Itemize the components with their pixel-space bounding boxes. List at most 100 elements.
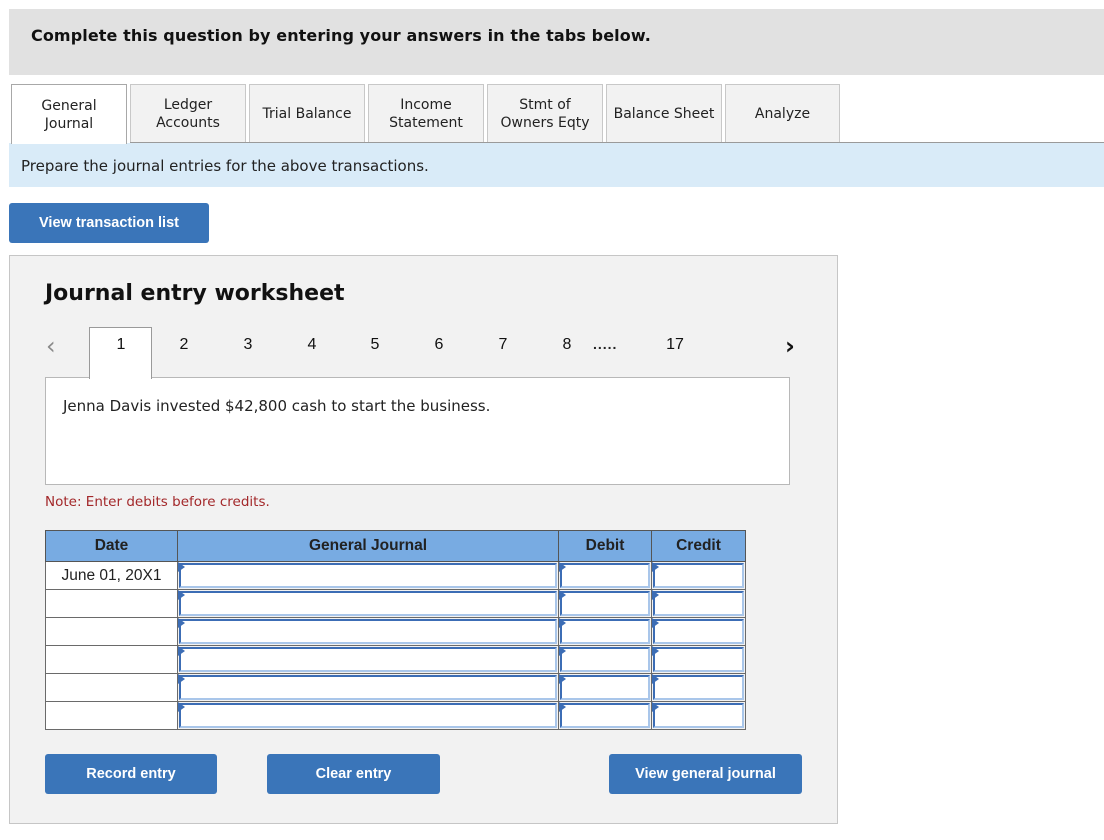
date-cell bbox=[45, 589, 178, 618]
entry-flag-icon bbox=[559, 618, 566, 628]
chevron-right-icon[interactable]: › bbox=[785, 334, 795, 358]
account-input[interactable] bbox=[179, 591, 557, 616]
tab-label: Trial Balance bbox=[262, 105, 352, 122]
debit-input[interactable] bbox=[560, 675, 650, 700]
page-1[interactable]: 1 bbox=[106, 336, 136, 354]
transaction-description: Jenna Davis invested $42,800 cash to sta… bbox=[63, 397, 491, 415]
credit-input[interactable] bbox=[653, 619, 744, 644]
account-input[interactable] bbox=[179, 675, 557, 700]
page-7[interactable]: 7 bbox=[488, 336, 518, 354]
account-input[interactable] bbox=[179, 647, 557, 672]
debit-input-cell bbox=[558, 589, 652, 618]
page-4[interactable]: 4 bbox=[297, 336, 327, 354]
entry-flag-icon bbox=[178, 618, 185, 628]
debit-input[interactable] bbox=[560, 703, 650, 728]
tab-label: General Journal bbox=[41, 97, 97, 132]
header-date: Date bbox=[45, 530, 178, 562]
account-input-cell bbox=[177, 645, 559, 674]
credit-input-cell bbox=[651, 701, 746, 730]
entry-flag-icon bbox=[652, 590, 659, 600]
page-5[interactable]: 5 bbox=[360, 336, 390, 354]
page-17[interactable]: 17 bbox=[660, 336, 690, 354]
header-general-journal: General Journal bbox=[177, 530, 559, 562]
entry-flag-icon bbox=[559, 562, 566, 572]
tab-income-statement[interactable]: Income Statement bbox=[368, 84, 484, 142]
tab-label: Stmt of Owners Eqty bbox=[500, 96, 590, 131]
account-input[interactable] bbox=[179, 563, 557, 588]
debits-note: Note: Enter debits before credits. bbox=[45, 494, 270, 510]
debit-input-cell bbox=[558, 645, 652, 674]
debit-input-cell bbox=[558, 701, 652, 730]
credit-input[interactable] bbox=[653, 591, 744, 616]
debit-input-cell bbox=[558, 673, 652, 702]
entry-flag-icon bbox=[178, 562, 185, 572]
account-input[interactable] bbox=[179, 703, 557, 728]
entry-flag-icon bbox=[652, 618, 659, 628]
tab-analyze[interactable]: Analyze bbox=[725, 84, 840, 142]
entry-flag-icon bbox=[652, 646, 659, 656]
debit-input[interactable] bbox=[560, 647, 650, 672]
tab-balance-sheet[interactable]: Balance Sheet bbox=[606, 84, 722, 142]
table-row bbox=[45, 645, 746, 674]
record-entry-button[interactable]: Record entry bbox=[45, 754, 217, 794]
debit-input[interactable] bbox=[560, 619, 650, 644]
clear-entry-button[interactable]: Clear entry bbox=[267, 754, 440, 794]
debit-input[interactable] bbox=[560, 563, 650, 588]
entry-flag-icon bbox=[178, 674, 185, 684]
date-cell: June 01, 20X1 bbox=[45, 561, 178, 590]
tab-label: Balance Sheet bbox=[613, 105, 715, 122]
tab-label: Analyze bbox=[754, 105, 811, 122]
date-cell bbox=[45, 701, 178, 730]
worksheet-title: Journal entry worksheet bbox=[45, 281, 345, 306]
debit-input-cell bbox=[558, 617, 652, 646]
credit-input[interactable] bbox=[653, 647, 744, 672]
view-transaction-list-button[interactable]: View transaction list bbox=[9, 203, 209, 243]
account-input-cell bbox=[177, 561, 559, 590]
tab-general-journal[interactable]: General Journal bbox=[11, 84, 127, 144]
entry-flag-icon bbox=[178, 646, 185, 656]
credit-input-cell bbox=[651, 617, 746, 646]
table-header-row: Date General Journal Debit Credit bbox=[45, 530, 746, 562]
account-input-cell bbox=[177, 673, 559, 702]
entry-flag-icon bbox=[178, 590, 185, 600]
account-input[interactable] bbox=[179, 619, 557, 644]
tab-stmt-owners-equity[interactable]: Stmt of Owners Eqty bbox=[487, 84, 603, 142]
tab-label: Income Statement bbox=[389, 96, 463, 131]
account-input-cell bbox=[177, 617, 559, 646]
page-2[interactable]: 2 bbox=[169, 336, 199, 354]
entry-flag-icon bbox=[652, 674, 659, 684]
header-credit: Credit bbox=[651, 530, 746, 562]
table-row: June 01, 20X1 bbox=[45, 561, 746, 590]
header-debit: Debit bbox=[558, 530, 652, 562]
page-ellipsis: ..... bbox=[593, 336, 618, 352]
instruction-text: Prepare the journal entries for the abov… bbox=[21, 157, 429, 175]
journal-table: Date General Journal Debit Credit June 0… bbox=[45, 530, 746, 730]
tab-ledger-accounts[interactable]: Ledger Accounts bbox=[130, 84, 246, 142]
account-input-cell bbox=[177, 589, 559, 618]
entry-flag-icon bbox=[652, 702, 659, 712]
entry-flag-icon bbox=[559, 702, 566, 712]
page-8[interactable]: 8 bbox=[552, 336, 582, 354]
entry-flag-icon bbox=[559, 590, 566, 600]
credit-input[interactable] bbox=[653, 675, 744, 700]
entry-flag-icon bbox=[559, 646, 566, 656]
page-3[interactable]: 3 bbox=[233, 336, 263, 354]
tab-trial-balance[interactable]: Trial Balance bbox=[249, 84, 365, 142]
credit-input-cell bbox=[651, 589, 746, 618]
credit-input[interactable] bbox=[653, 563, 744, 588]
question-banner: Complete this question by entering your … bbox=[9, 9, 1104, 75]
table-row bbox=[45, 673, 746, 702]
entry-flag-icon bbox=[652, 562, 659, 572]
table-row bbox=[45, 617, 746, 646]
tab-label: Ledger Accounts bbox=[156, 96, 220, 131]
view-general-journal-button[interactable]: View general journal bbox=[609, 754, 802, 794]
credit-input-cell bbox=[651, 561, 746, 590]
date-cell bbox=[45, 673, 178, 702]
page-6[interactable]: 6 bbox=[424, 336, 454, 354]
entry-flag-icon bbox=[178, 702, 185, 712]
chevron-left-icon[interactable]: ‹ bbox=[46, 334, 56, 358]
debit-input-cell bbox=[558, 561, 652, 590]
account-input-cell bbox=[177, 701, 559, 730]
credit-input[interactable] bbox=[653, 703, 744, 728]
debit-input[interactable] bbox=[560, 591, 650, 616]
